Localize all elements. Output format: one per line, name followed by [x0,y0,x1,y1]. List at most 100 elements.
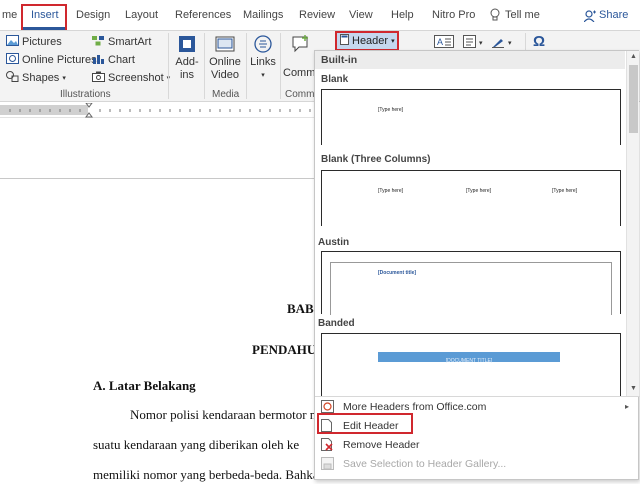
thumbnail-placeholder: [Type here] [378,188,404,194]
shapes-button[interactable]: Shapes ▾ [6,71,66,85]
tab-view[interactable]: View [349,9,373,21]
thumbnail-placeholder: [DOCUMENT TITLE] [445,358,493,364]
save-selection-label: Save Selection to Header Gallery... [343,457,507,470]
scroll-up-arrow-icon[interactable]: ▲ [627,51,640,63]
thumbnail-placeholder: [Type here] [378,107,404,113]
smartart-label: SmartArt [108,36,152,48]
shapes-label: Shapes [22,72,60,84]
chevron-down-icon: ▾ [391,38,395,45]
online-video-button[interactable]: Online Video [207,34,243,82]
tab-design[interactable]: Design [76,9,110,21]
tab-layout[interactable]: Layout [125,9,158,21]
chapter-heading: BAB [287,301,314,316]
comment-icon [291,34,311,54]
page-break-line [0,178,315,179]
remove-header-label: Remove Header [343,438,420,451]
chart-label: Chart [108,54,135,66]
link-icon [253,34,273,54]
chevron-down-icon: ▾ [479,40,483,47]
group-separator [168,33,169,99]
built-in-section-title: Built-in [315,51,625,69]
remove-page-icon [321,438,334,454]
screenshot-button[interactable]: Screenshot ▾ [92,71,170,85]
signature-line-button[interactable]: ▾ [492,35,512,51]
group-separator [246,33,247,99]
illustrations-group-label: Illustrations [60,89,111,100]
gallery-item-label: Blank (Three Columns) [321,154,431,165]
header-gallery-dropdown: Built-in Blank [Type here] Blank (Three … [314,50,640,480]
online-pictures-label: Online Pictures [22,54,97,66]
tab-nitro-pro[interactable]: Nitro Pro [432,9,475,21]
person-icon[interactable] [583,10,596,25]
gallery-item-blank-three-columns[interactable]: [Type here] [Type here] [Type here] [321,170,621,226]
add-ins-label-line2: ins [179,69,195,81]
video-icon [215,34,235,54]
tab-home[interactable]: me [2,9,17,21]
text-box-button[interactable]: A [434,35,454,51]
quick-parts-button[interactable]: ▾ [463,35,483,51]
tab-review[interactable]: Review [299,9,335,21]
chevron-down-icon: ▾ [508,40,512,47]
share-button[interactable]: Share [599,9,628,21]
online-video-label-line1: Online [209,56,241,68]
edit-header-highlight [317,413,413,434]
save-selection-menu-item: Save Selection to Header Gallery... [317,454,633,473]
chevron-down-icon: ▾ [261,72,265,79]
horizontal-ruler[interactable] [0,102,315,118]
paragraph-line: suatu kendaraan yang diberikan oleh ke [93,437,300,452]
ruler-ticks [0,102,315,118]
comment-button[interactable]: Comme [283,34,322,80]
thumbnail-placeholder: [Document title] [378,270,417,276]
svg-text:A: A [437,37,443,47]
gallery-scrollbar[interactable]: ▲ ▼ [626,51,639,396]
screenshot-icon [92,71,105,85]
lightbulb-icon[interactable] [490,8,500,25]
globe-picture-icon [6,53,19,67]
pictures-button[interactable]: Pictures [6,35,62,49]
gallery-item-banded[interactable]: [DOCUMENT TITLE] [321,333,621,396]
smartart-button[interactable]: SmartArt [92,35,151,49]
scroll-thumb[interactable] [629,65,638,133]
gallery-item-label: Blank [321,74,349,85]
more-headers-label: More Headers from Office.com [343,400,487,413]
paragraph-line: memiliki nomor yang berbeda-beda. Bahka [93,467,319,482]
austin-inner-frame [330,262,612,315]
bar-chart-icon [92,53,105,67]
gallery-item-blank[interactable]: [Type here] [321,89,621,145]
group-separator [204,33,205,99]
add-ins-button[interactable]: Add- ins [172,34,202,82]
tab-help[interactable]: Help [391,9,414,21]
chevron-down-icon: ▾ [62,75,66,82]
tell-me-input[interactable]: Tell me [505,9,540,21]
thumbnail-placeholder: [Type here] [552,188,578,194]
chevron-right-icon: ▸ [625,402,630,411]
ribbon-tab-bar: me Insert Design Layout References Maili… [0,0,640,31]
paragraph-line: Nomor polisi kendaraan bermotor m [130,407,320,422]
comment-label: Comme [283,67,322,79]
online-video-label-line2: Video [211,69,239,81]
scroll-down-arrow-icon[interactable]: ▼ [627,383,640,395]
symbol-button[interactable]: Ω [533,33,545,50]
header-button[interactable]: Header ▾ [335,31,399,51]
gallery-item-austin[interactable]: [Document title] [321,251,621,315]
store-icon [177,34,197,54]
gallery-item-label: Austin [318,237,350,248]
screenshot-label: Screenshot [108,72,164,84]
add-ins-label-line1: Add- [175,56,199,68]
tab-mailings[interactable]: Mailings [243,9,283,21]
media-group-label: Media [212,89,240,100]
remove-header-menu-item[interactable]: Remove Header [317,435,633,454]
banded-title-bar: [DOCUMENT TITLE] [378,352,560,364]
links-label: Links [250,56,276,68]
gallery-item-label: Banded [318,318,355,329]
links-button[interactable]: Links ▾ [249,34,277,82]
online-pictures-button[interactable]: Online Pictures [6,53,97,67]
tab-references[interactable]: References [175,9,231,21]
insert-tab-underline [23,27,65,30]
omega-icon: Ω [533,33,546,50]
shapes-icon [6,71,19,85]
section-heading: A. Latar Belakang [93,378,196,393]
chapter-title: PENDAHU [252,342,317,357]
text-box-icon: A [434,35,454,51]
chart-button[interactable]: Chart [92,53,135,67]
